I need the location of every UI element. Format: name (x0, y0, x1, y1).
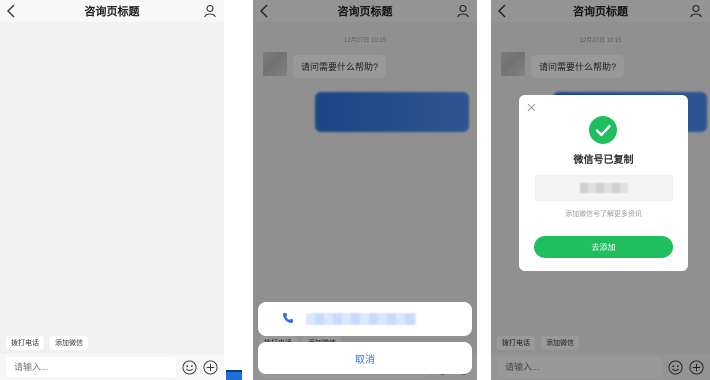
back-arrow-icon[interactable] (6, 4, 18, 18)
dialog-title: 微信号已复制 (573, 155, 634, 166)
quick-actions: 拨打电话 添加微信 (6, 336, 88, 350)
wechat-chip[interactable]: 添加微信 (50, 336, 88, 350)
message-input[interactable] (6, 357, 176, 377)
cancel-button[interactable]: 取消 (258, 342, 472, 374)
chat-screen-empty: 咨询页标题 拨打电话 添加微信 (0, 0, 224, 380)
wechat-copied-dialog: 微信号已复制 添加微信号了解更多资讯 去添加 (519, 95, 688, 271)
user-icon[interactable] (204, 4, 216, 18)
wechat-id-redacted (580, 183, 628, 193)
chat-screen-action-sheet: 咨询页标题 12月27日 10:15 请问需要什么帮助? 拨打电话 添加微信 取… (253, 0, 477, 380)
phone-number-redacted (306, 313, 416, 325)
close-icon[interactable] (527, 103, 536, 112)
page-title: 咨询页标题 (84, 6, 140, 18)
plus-icon[interactable] (203, 359, 218, 375)
emoji-icon[interactable] (182, 359, 197, 375)
go-add-button[interactable]: 去添加 (534, 236, 673, 258)
navbar: 咨询页标题 (0, 0, 224, 22)
call-chip[interactable]: 拨打电话 (6, 336, 44, 350)
phone-number-option[interactable] (258, 302, 472, 336)
dialog-hint: 添加微信号了解更多资讯 (565, 211, 642, 218)
input-bar (0, 354, 224, 380)
checkmark-icon (589, 116, 617, 144)
phone-icon (283, 313, 293, 323)
resize-handle[interactable] (226, 370, 242, 380)
chat-area (0, 22, 224, 332)
chat-screen-modal: 咨询页标题 12月27日 10:15 请问需要什么帮助? 拨打电话 添加微信 微… (491, 0, 710, 380)
wechat-id-box (535, 175, 673, 201)
